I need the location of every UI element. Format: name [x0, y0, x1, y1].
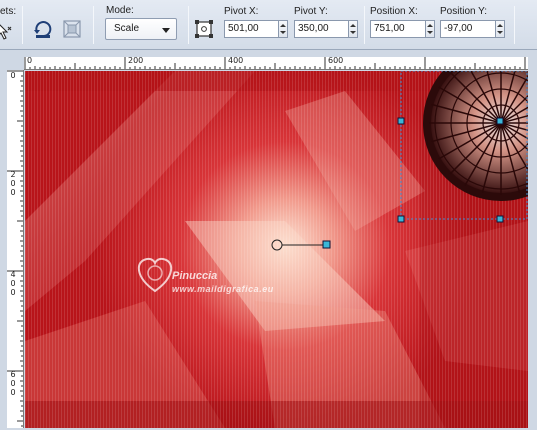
watermark-name: Pinuccia [172, 270, 218, 282]
vruler-label-0: 0 [10, 71, 16, 80]
ruler-label-200: 200 [128, 57, 144, 65]
vruler-label-600-d1: 6 [10, 370, 16, 379]
mode-value: Scale [114, 23, 140, 34]
vruler-label-400-d1: 4 [10, 270, 16, 279]
vruler-label-200-d2: 0 [10, 179, 16, 188]
pivot-x-value: 501,00 [228, 23, 259, 34]
layers-icon[interactable] [61, 18, 83, 40]
position-x-spinner[interactable] [426, 20, 435, 38]
reset-rotation-icon[interactable] [32, 18, 54, 40]
ruler-label-600: 600 [328, 57, 344, 65]
position-y-value: -97,00 [444, 23, 473, 34]
pivot-x-input[interactable]: 501,00 [224, 20, 279, 38]
mode-dropdown[interactable]: Scale [105, 18, 177, 40]
position-y-spinner[interactable] [496, 20, 505, 38]
pivot-y-value: 350,00 [298, 23, 329, 34]
vruler-label-400-d2: 0 [10, 279, 16, 288]
pointer-arrow-icon[interactable] [0, 21, 16, 43]
vruler-label-200-d1: 2 [10, 170, 16, 179]
position-x-value: 751,00 [374, 23, 405, 34]
vertical-ruler: 0 2 0 0 4 0 0 6 0 0 [7, 70, 24, 428]
pivot-center-icon[interactable] [193, 18, 215, 40]
tool-options-toolbar: ets: Mode: Scale Pivot X: 501,00 Pivot Y… [0, 0, 537, 50]
position-y-label: Position Y: [440, 6, 488, 17]
ruler-label-400: 400 [228, 57, 244, 65]
heart-logo-icon [137, 257, 173, 293]
position-x-input[interactable]: 751,00 [370, 20, 426, 38]
vruler-label-600-d2: 0 [10, 379, 16, 388]
panel-edge [528, 57, 537, 430]
pivot-x-label: Pivot X: [224, 6, 259, 17]
vruler-label-200-d3: 0 [10, 188, 16, 197]
pivot-y-spinner[interactable] [349, 20, 358, 38]
vruler-label-400-d3: 0 [10, 288, 16, 297]
presets-label: ets: [0, 6, 17, 17]
ruler-label-0: 0 [27, 57, 33, 65]
pivot-x-spinner[interactable] [279, 20, 288, 38]
watermark-url: www.maildigrafica.eu [172, 284, 274, 294]
pivot-y-input[interactable]: 350,00 [294, 20, 349, 38]
vruler-label-600-d3: 0 [10, 388, 16, 397]
position-x-label: Position X: [370, 6, 418, 17]
position-y-input[interactable]: -97,00 [440, 20, 496, 38]
image-canvas[interactable]: Pinuccia www.maildigrafica.eu [25, 71, 528, 428]
chevron-down-icon[interactable] [162, 28, 170, 33]
pivot-y-label: Pivot Y: [294, 6, 328, 17]
horizontal-ruler: 0 200 400 600 [24, 57, 528, 70]
mode-label: Mode: [106, 5, 134, 16]
